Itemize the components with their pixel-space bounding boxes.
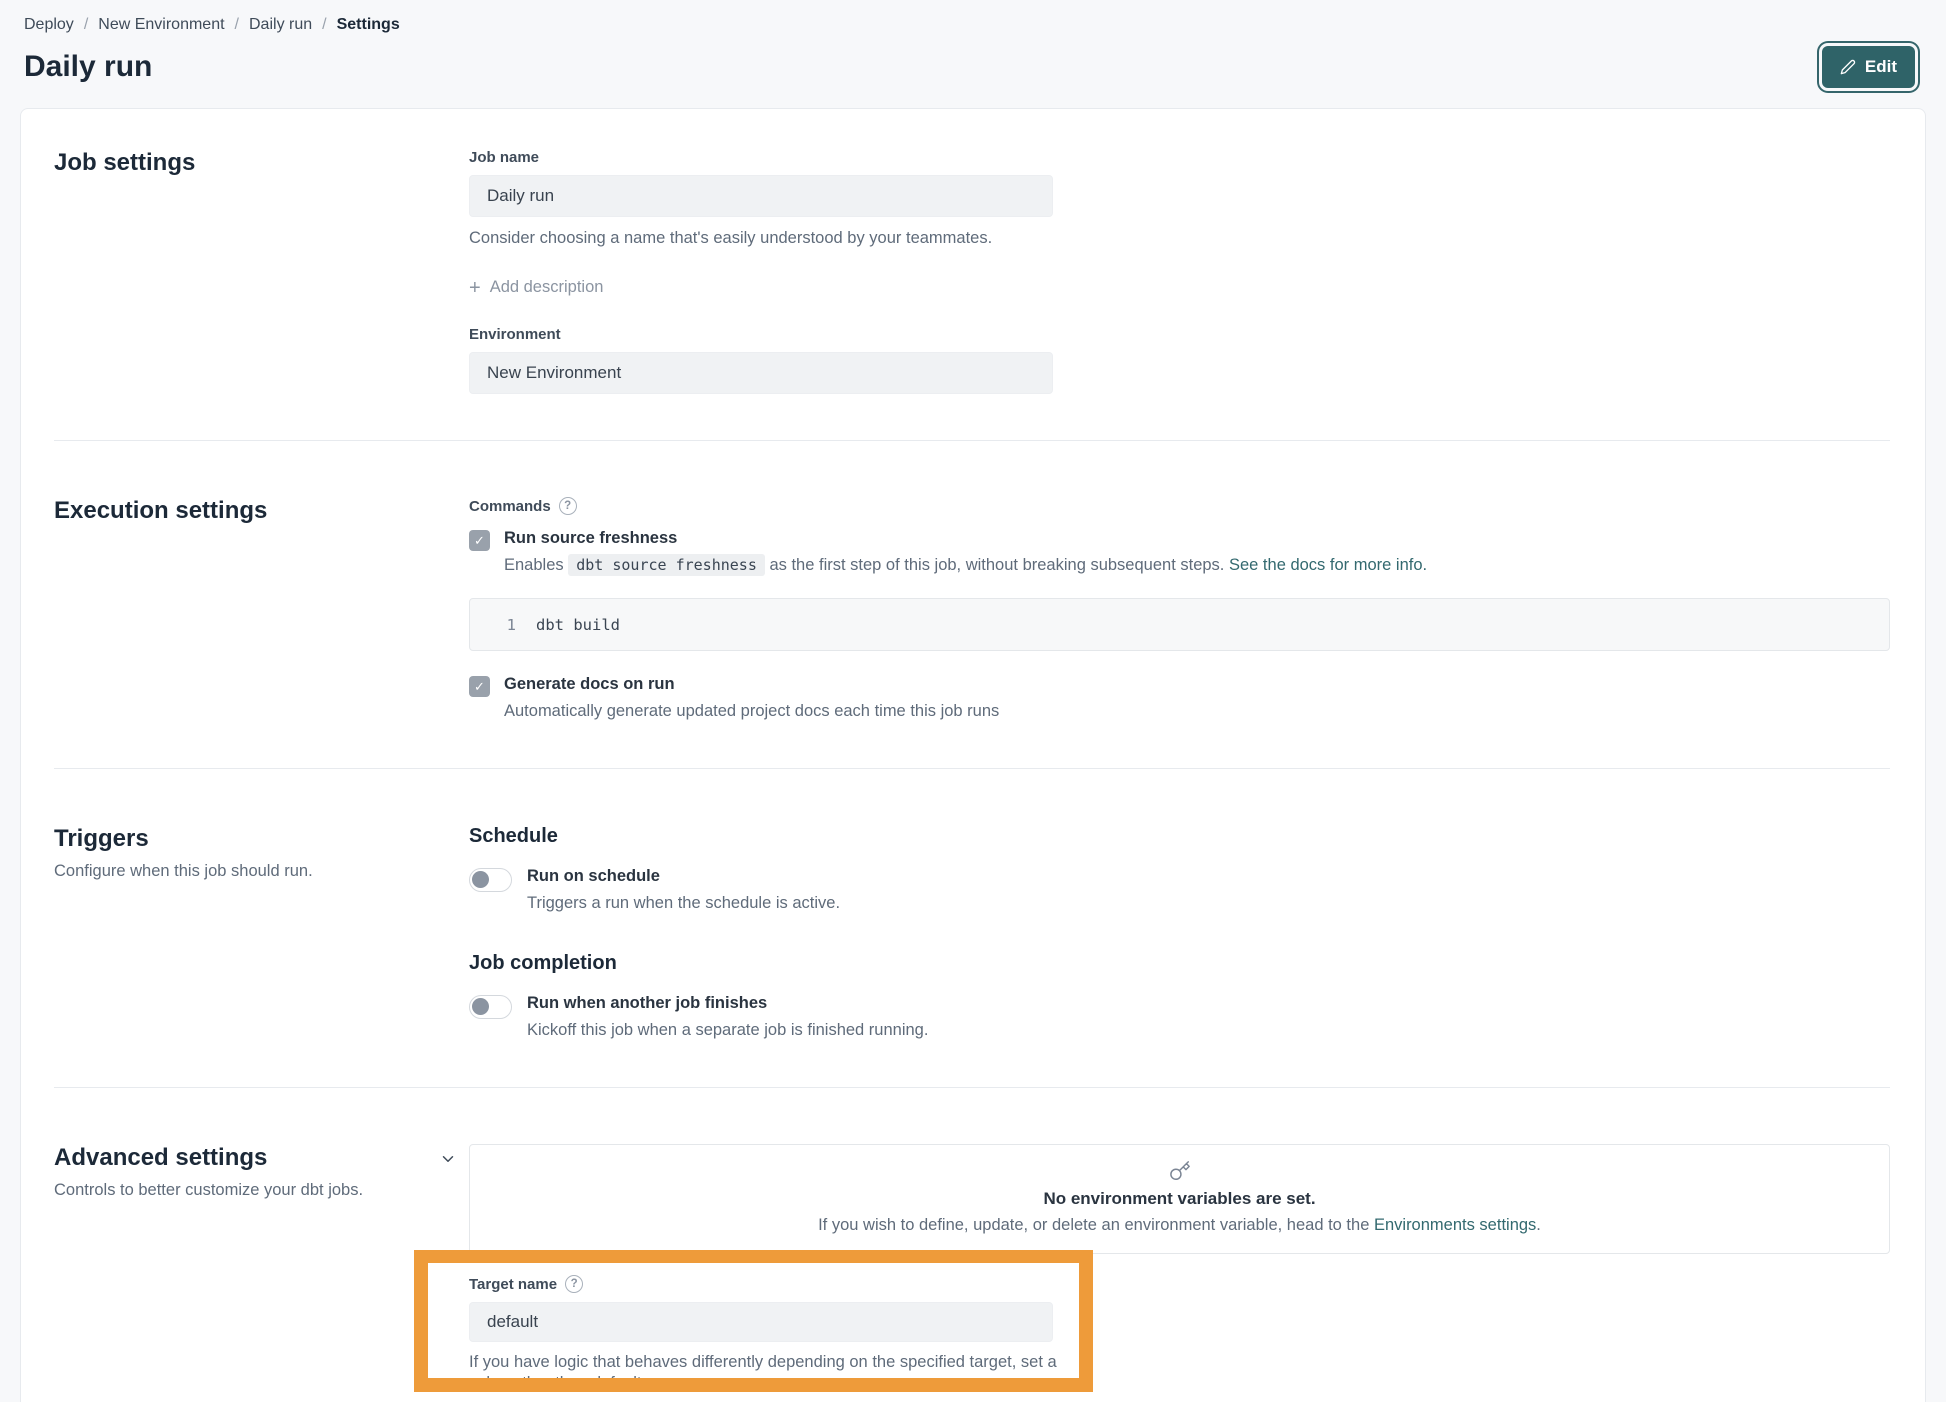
key-icon (1169, 1169, 1191, 1186)
pencil-icon (1840, 59, 1856, 75)
run-when-job-finishes-toggle[interactable] (469, 995, 512, 1019)
generate-docs-checkbox[interactable]: ✓ (469, 676, 490, 697)
run-source-freshness-checkbox[interactable]: ✓ (469, 530, 490, 551)
environment-label: Environment (469, 326, 1890, 343)
env-vars-empty-state: No environment variables are set. If you… (469, 1144, 1890, 1254)
environment-input[interactable]: New Environment (469, 352, 1053, 394)
triggers-subtitle: Configure when this job should run. (54, 862, 313, 881)
job-name-label: Job name (469, 149, 1890, 166)
run-when-job-finishes-row: Run when another job finishes Kickoff th… (469, 994, 1890, 1041)
commands-label: Commands (469, 498, 551, 515)
environments-settings-link[interactable]: Environments settings (1374, 1216, 1536, 1234)
section-advanced-settings: Advanced settings Controls to better cus… (54, 1087, 1890, 1402)
advanced-settings-subtitle: Controls to better customize your dbt jo… (54, 1181, 363, 1200)
env-vars-desc: If you wish to define, update, or delete… (490, 1216, 1869, 1235)
job-settings-page: Deploy / New Environment / Daily run / S… (0, 0, 1946, 1402)
target-name-highlight-annotation: Target name ? default If you have logic … (414, 1250, 1093, 1392)
job-name-helper: Consider choosing a name that's easily u… (469, 228, 1890, 249)
chevron-down-icon[interactable] (439, 1150, 457, 1173)
advanced-settings-heading: Advanced settings (54, 1144, 363, 1172)
commands-code-editor[interactable]: 1 dbt build (469, 598, 1890, 651)
job-completion-heading: Job completion (469, 952, 1890, 975)
run-when-job-finishes-desc: Kickoff this job when a separate job is … (527, 1020, 928, 1041)
execution-settings-heading: Execution settings (54, 497, 267, 525)
code-chip: dbt source freshness (568, 554, 765, 576)
run-on-schedule-desc: Triggers a run when the schedule is acti… (527, 893, 840, 914)
breadcrumb-separator: / (235, 16, 239, 34)
commands-label-row: Commands ? (469, 497, 1890, 515)
help-icon[interactable]: ? (565, 1275, 583, 1293)
run-source-freshness-row: ✓ Run source freshness Enables dbt sourc… (469, 529, 1890, 576)
run-source-freshness-title: Run source freshness (504, 529, 1427, 548)
target-name-helper: If you have logic that behaves different… (469, 1352, 1059, 1378)
run-source-freshness-desc: Enables dbt source freshness as the firs… (504, 555, 1427, 576)
command-text: dbt build (536, 616, 620, 634)
settings-card: Job settings Job name Daily run Consider… (20, 108, 1926, 1402)
breadcrumb-deploy[interactable]: Deploy (24, 16, 74, 34)
run-on-schedule-title: Run on schedule (527, 867, 840, 886)
breadcrumb-environment[interactable]: New Environment (98, 16, 224, 34)
section-job-settings: Job settings Job name Daily run Consider… (54, 149, 1890, 440)
breadcrumb-separator: / (84, 16, 88, 34)
breadcrumb-job[interactable]: Daily run (249, 16, 312, 34)
triggers-heading: Triggers (54, 825, 313, 853)
breadcrumb-settings: Settings (337, 16, 400, 34)
target-name-label: Target name (469, 1276, 557, 1293)
line-number: 1 (470, 616, 516, 634)
target-name-input[interactable]: default (469, 1302, 1053, 1342)
section-execution-settings: Execution settings Commands ? ✓ Run sour… (54, 440, 1890, 768)
section-triggers: Triggers Configure when this job should … (54, 768, 1890, 1087)
job-settings-heading: Job settings (54, 149, 195, 177)
generate-docs-title: Generate docs on run (504, 675, 999, 694)
edit-button-label: Edit (1865, 57, 1897, 77)
docs-link[interactable]: See the docs for more info. (1229, 556, 1427, 574)
breadcrumb: Deploy / New Environment / Daily run / S… (20, 0, 1926, 34)
page-header: Daily run Edit (20, 46, 1926, 88)
generate-docs-row: ✓ Generate docs on run Automatically gen… (469, 675, 1890, 722)
run-on-schedule-row: Run on schedule Triggers a run when the … (469, 867, 1890, 914)
run-on-schedule-toggle[interactable] (469, 868, 512, 892)
target-name-label-row: Target name ? (469, 1275, 1059, 1293)
edit-button[interactable]: Edit (1822, 46, 1915, 88)
page-title: Daily run (24, 50, 152, 84)
plus-icon: + (469, 280, 481, 296)
help-icon[interactable]: ? (559, 497, 577, 515)
generate-docs-desc: Automatically generate updated project d… (504, 701, 999, 722)
env-vars-title: No environment variables are set. (490, 1189, 1869, 1209)
add-description-label: Add description (490, 278, 604, 297)
add-description-button[interactable]: + Add description (469, 278, 1890, 297)
job-name-input[interactable]: Daily run (469, 175, 1053, 217)
run-when-job-finishes-title: Run when another job finishes (527, 994, 928, 1013)
schedule-heading: Schedule (469, 825, 1890, 848)
breadcrumb-separator: / (322, 16, 326, 34)
